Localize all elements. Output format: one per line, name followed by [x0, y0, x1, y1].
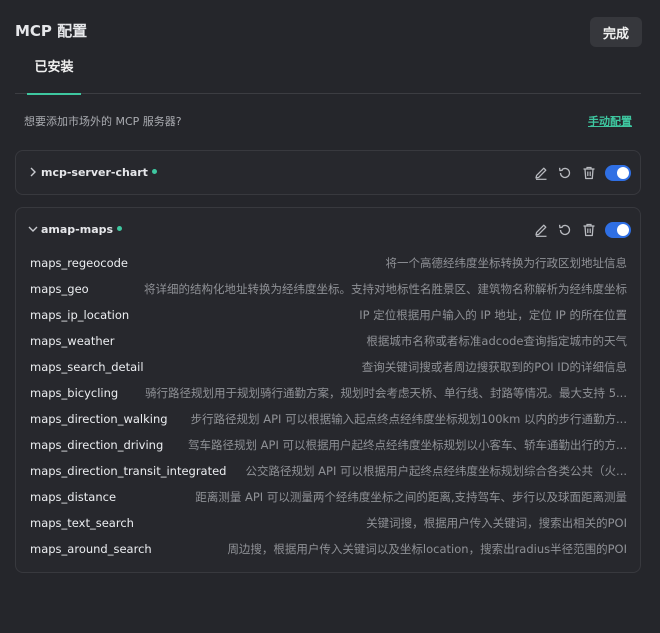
server-name: amap-maps — [41, 223, 114, 236]
tool-name: maps_direction_walking — [30, 412, 168, 426]
tool-description: 周边搜，根据用户传入关键词以及坐标location，搜索出radius半径范围的… — [227, 542, 627, 556]
edit-icon[interactable] — [533, 165, 549, 181]
tool-name: maps_text_search — [30, 516, 134, 530]
status-dot — [117, 225, 123, 231]
tool-item: maps_ip_location IP 定位根据用户输入的 IP 地址，定位 I… — [30, 306, 627, 324]
refresh-icon[interactable] — [557, 222, 573, 238]
tool-name: maps_search_detail — [30, 360, 144, 374]
tool-description: 距离测量 API 可以测量两个经纬度坐标之间的距离,支持驾车、步行以及球面距离测… — [195, 490, 627, 504]
tool-description: 关键词搜，根据用户传入关键词，搜索出相关的POI — [366, 516, 627, 530]
tool-description: 根据城市名称或者标准adcode查询指定城市的天气 — [366, 334, 627, 348]
tool-name: maps_direction_driving — [30, 438, 164, 452]
tool-item: maps_geo 将详细的结构化地址转换为经纬度坐标。支持对地标性名胜景区、建筑… — [30, 280, 627, 298]
refresh-icon[interactable] — [557, 165, 573, 181]
trash-icon[interactable] — [581, 165, 597, 181]
tool-name: maps_regeocode — [30, 256, 128, 270]
server-card-mcp-server-chart: mcp-server-chart — [15, 150, 641, 195]
tool-name: maps_geo — [30, 282, 89, 296]
server-actions — [533, 164, 631, 182]
server-card-amap-maps: amap-maps maps_regeocode 将一个高德经纬度坐标转换为行政 — [15, 207, 641, 573]
tool-description: 驾车路径规划 API 可以根据用户起终点经纬度坐标规划以小客车、轿车通勤出行的方… — [188, 438, 627, 452]
tool-item: maps_text_search 关键词搜，根据用户传入关键词，搜索出相关的PO… — [30, 514, 627, 532]
tool-name: maps_bicycling — [30, 386, 119, 400]
tool-description: 查询关键词搜或者周边搜获取到的POI ID的详细信息 — [361, 360, 627, 374]
manual-config-link[interactable]: 手动配置 — [588, 113, 632, 129]
header: MCP 配置 完成 — [0, 0, 660, 64]
edit-icon[interactable] — [533, 222, 549, 238]
server-header[interactable]: mcp-server-chart — [16, 151, 640, 195]
server-header[interactable]: amap-maps — [16, 208, 640, 252]
trash-icon[interactable] — [581, 222, 597, 238]
server-actions — [533, 221, 631, 239]
tool-description: 公交路径规划 API 可以根据用户起终点经纬度坐标规划综合各类公共（火... — [245, 464, 627, 478]
tab-bar: 已安装 — [15, 56, 641, 95]
add-server-hint: 想要添加市场外的 MCP 服务器? — [24, 115, 182, 128]
tool-item: maps_search_detail 查询关键词搜或者周边搜获取到的POI ID… — [30, 358, 627, 376]
server-name: mcp-server-chart — [41, 166, 148, 179]
chevron-right-icon[interactable] — [27, 166, 39, 178]
enable-toggle[interactable] — [605, 222, 631, 238]
done-button[interactable]: 完成 — [590, 17, 642, 47]
tool-item: maps_direction_walking 步行路径规划 API 可以根据输入… — [30, 410, 627, 428]
tool-description: 将一个高德经纬度坐标转换为行政区划地址信息 — [385, 256, 628, 270]
tool-item: maps_direction_driving 驾车路径规划 API 可以根据用户… — [30, 436, 627, 454]
tool-name: maps_weather — [30, 334, 115, 348]
chevron-down-icon[interactable] — [27, 223, 39, 235]
tool-name: maps_direction_transit_integrated — [30, 464, 227, 478]
tool-item: maps_distance 距离测量 API 可以测量两个经纬度坐标之间的距离,… — [30, 488, 627, 506]
page-title: MCP 配置 — [15, 22, 88, 40]
tool-item: maps_weather 根据城市名称或者标准adcode查询指定城市的天气 — [30, 332, 627, 350]
tool-description: IP 定位根据用户输入的 IP 地址，定位 IP 的所在位置 — [359, 308, 627, 322]
tool-description: 步行路径规划 API 可以根据输入起点终点经纬度坐标规划100km 以内的步行通… — [190, 412, 627, 426]
status-dot — [151, 168, 157, 174]
tool-description: 将详细的结构化地址转换为经纬度坐标。支持对地标性名胜景区、建筑物名称解析为经纬度… — [144, 282, 627, 296]
tool-name: maps_ip_location — [30, 308, 130, 322]
tool-item: maps_direction_transit_integrated 公交路径规划… — [30, 462, 627, 480]
enable-toggle[interactable] — [605, 165, 631, 181]
tool-item: maps_bicycling 骑行路径规划用于规划骑行通勤方案，规划时会考虑天桥… — [30, 384, 627, 402]
tool-item: maps_around_search 周边搜，根据用户传入关键词以及坐标loca… — [30, 540, 627, 558]
tool-description: 骑行路径规划用于规划骑行通勤方案，规划时会考虑天桥、单行线、封路等情况。最大支持… — [145, 386, 627, 400]
tool-name: maps_around_search — [30, 542, 152, 556]
tool-item: maps_regeocode 将一个高德经纬度坐标转换为行政区划地址信息 — [30, 254, 627, 272]
tool-name: maps_distance — [30, 490, 117, 504]
tab-installed[interactable]: 已安装 — [27, 56, 81, 95]
